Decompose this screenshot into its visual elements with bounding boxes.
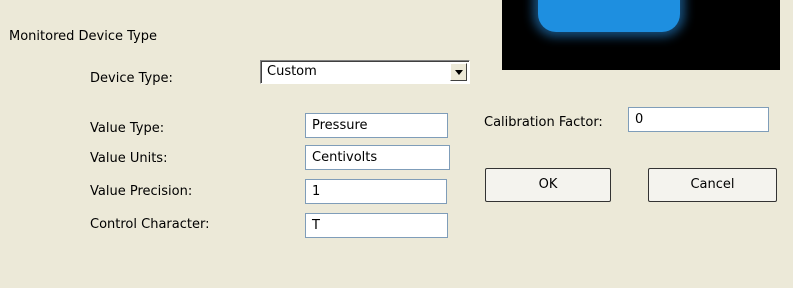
chevron-down-icon (455, 70, 463, 75)
value-precision-input[interactable]: 1 (305, 179, 447, 204)
cancel-button-label: Cancel (690, 177, 735, 192)
preview-glow (538, 0, 680, 32)
cancel-button[interactable]: Cancel (648, 168, 777, 202)
value-type-input[interactable]: Pressure (305, 113, 448, 138)
calibration-factor-label: Calibration Factor: (484, 115, 603, 130)
device-type-value: Custom (267, 64, 317, 79)
ok-button-label: OK (538, 177, 558, 192)
dropdown-button[interactable] (450, 63, 467, 81)
calibration-factor-input[interactable]: 0 (628, 107, 769, 132)
device-type-dropdown[interactable]: Custom (260, 60, 470, 84)
value-units-input[interactable]: Centivolts (305, 145, 450, 170)
value-precision-label: Value Precision: (90, 184, 193, 199)
control-character-label: Control Character: (90, 217, 210, 232)
value-type-label: Value Type: (90, 121, 165, 136)
section-title: Monitored Device Type (9, 29, 157, 44)
device-preview-image (502, 0, 780, 70)
value-units-label: Value Units: (90, 151, 168, 166)
control-character-input[interactable]: T (305, 213, 448, 238)
ok-button[interactable]: OK (485, 168, 611, 202)
device-type-label: Device Type: (90, 71, 173, 86)
